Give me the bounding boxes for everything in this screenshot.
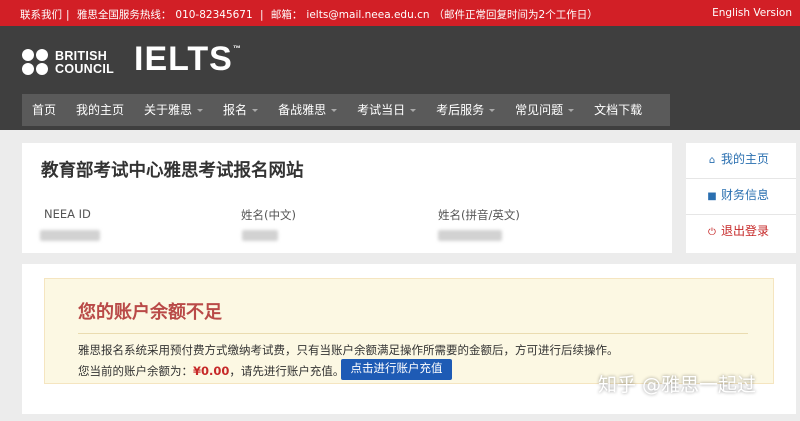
- account-side-menu: ⌂ 我的主页 ■ 财务信息 ⏻ 退出登录: [686, 143, 796, 253]
- email-label: 邮箱：: [270, 9, 303, 21]
- alert-description: 雅思报名系统采用预付费方式缴纳考试费，只有当账户余额满足操作所需要的金额后，方可…: [78, 343, 619, 357]
- chevron-down-icon: [197, 109, 204, 112]
- nav-test-day[interactable]: 考试当日: [347, 94, 426, 126]
- separator: |: [260, 9, 264, 21]
- contact-us-link[interactable]: 联系我们: [20, 9, 62, 21]
- hotline-number: 010-82345671: [175, 9, 253, 21]
- chevron-down-icon: [331, 109, 338, 112]
- alert-title: 您的账户余额不足: [78, 302, 222, 323]
- chevron-down-icon: [252, 109, 259, 112]
- zhihu-watermark: 知乎 @雅思一起过: [598, 374, 757, 396]
- site-header: BRITISH COUNCIL IELTS™ 首页 我的主页 关于雅思 报名 备…: [0, 26, 800, 130]
- nav-register[interactable]: 报名: [213, 94, 268, 126]
- nav-after-test[interactable]: 考后服务: [426, 94, 505, 126]
- contact-info: 联系我们 | 雅思全国服务热线： 010-82345671 | 邮箱： ielts@m…: [20, 7, 602, 22]
- neea-id-value-redacted: [40, 230, 100, 241]
- side-item-my-home[interactable]: ⌂ 我的主页: [686, 143, 796, 179]
- neea-id-label: NEEA ID: [44, 207, 91, 221]
- british-council-wordmark: BRITISH COUNCIL: [55, 49, 115, 76]
- nav-home[interactable]: 首页: [22, 94, 66, 126]
- side-item-logout[interactable]: ⏻ 退出登录: [686, 215, 796, 251]
- email-note: （邮件正常回复时间为2个工作日）: [433, 9, 598, 21]
- top-bar: 联系我们 | 雅思全国服务热线： 010-82345671 | 邮箱： ielts@m…: [0, 0, 800, 26]
- chevron-down-icon: [489, 109, 496, 112]
- main-nav: 首页 我的主页 关于雅思 报名 备战雅思 考试当日 考后服务 常见问题 文档下载: [22, 94, 670, 126]
- insufficient-balance-alert: 您的账户余额不足 雅思报名系统采用预付费方式缴纳考试费，只有当账户余额满足操作所…: [44, 278, 774, 384]
- name-en-value-redacted: [438, 230, 502, 241]
- recharge-button[interactable]: 点击进行账户充值: [341, 359, 452, 380]
- british-council-logo[interactable]: BRITISH COUNCIL: [22, 47, 122, 79]
- hotline-label: 雅思全国服务热线：: [76, 9, 172, 21]
- home-icon: ⌂: [708, 155, 716, 166]
- side-item-finance[interactable]: ■ 财务信息: [686, 179, 796, 215]
- ielts-logo[interactable]: IELTS™: [134, 40, 242, 79]
- power-icon: ⏻: [708, 227, 716, 238]
- nav-about-ielts[interactable]: 关于雅思: [134, 94, 213, 126]
- nav-prepare[interactable]: 备战雅思: [268, 94, 347, 126]
- nav-faq[interactable]: 常见问题: [505, 94, 584, 126]
- nav-my-home[interactable]: 我的主页: [66, 94, 134, 126]
- balance-line: 您当前的账户余额为：¥0.00，请先进行账户充值。: [78, 364, 345, 378]
- chevron-down-icon: [410, 109, 417, 112]
- british-council-dots-icon: [22, 49, 52, 79]
- alert-divider: [78, 333, 748, 334]
- chevron-down-icon: [568, 109, 575, 112]
- nav-downloads[interactable]: 文档下载: [584, 94, 652, 126]
- name-cn-label: 姓名(中文): [241, 208, 296, 222]
- briefcase-icon: ■: [707, 191, 717, 202]
- separator: |: [66, 9, 70, 21]
- name-en-label: 姓名(拼音/英文): [438, 208, 520, 222]
- email-link[interactable]: ielts@mail.neea.edu.cn: [306, 9, 429, 21]
- candidate-info-panel: 教育部考试中心雅思考试报名网站 NEEA ID 姓名(中文) 姓名(拼音/英文): [22, 143, 672, 253]
- english-version-link[interactable]: English Version: [712, 7, 792, 19]
- balance-amount: ¥0.00: [193, 364, 230, 378]
- name-cn-value-redacted: [242, 230, 278, 241]
- page-title: 教育部考试中心雅思考试报名网站: [41, 161, 304, 181]
